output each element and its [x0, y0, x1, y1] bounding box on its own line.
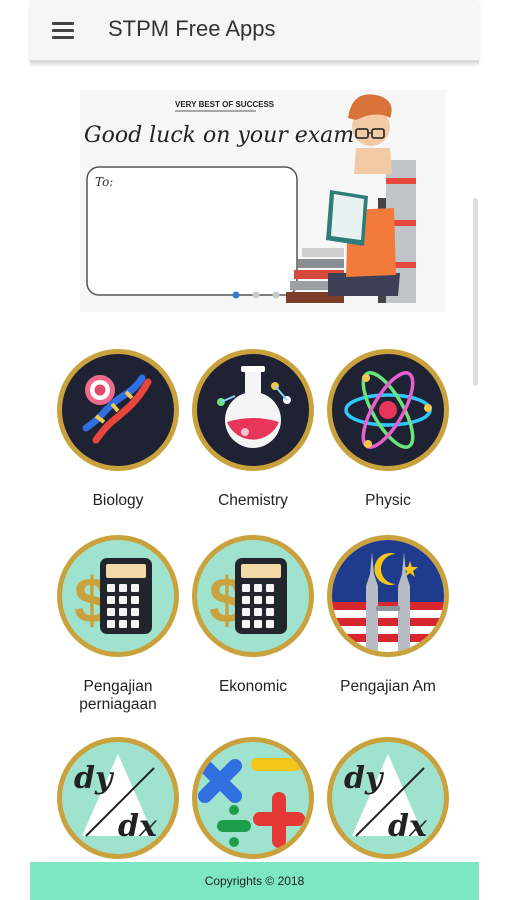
subject-tile-pengajian-am[interactable]: Pengajian Am: [323, 534, 453, 696]
carousel-dot-active: [232, 291, 240, 299]
subject-tile-math-2[interactable]: [188, 736, 318, 860]
subject-label: Pengajian Am: [340, 678, 436, 695]
app-title: STPM Free Apps: [108, 16, 276, 41]
svg-text:dy: dy: [344, 761, 385, 796]
twin-towers-icon[interactable]: [326, 534, 450, 658]
subject-label: Pengajian perniagaan: [79, 678, 157, 713]
subject-tile-physic[interactable]: Physic: [323, 348, 453, 510]
app-screen: STPM Free Apps VERY BEST OF SUCCESS Good…: [30, 0, 479, 900]
carousel-dot: [252, 291, 260, 299]
footer: Copyrights © 2018: [30, 862, 479, 900]
subject-tile-biology[interactable]: Biology: [53, 348, 183, 510]
banner-to-label: To:: [95, 175, 113, 189]
calculator-icon[interactable]: $: [56, 534, 180, 658]
banner-carousel[interactable]: VERY BEST OF SUCCESS Good luck on your e…: [80, 90, 446, 312]
banner-card-box: [86, 166, 298, 296]
subject-tile-ekonomic[interactable]: $ Ekonomic: [188, 534, 318, 696]
subject-label: Biology: [92, 492, 144, 509]
dy-dx-icon[interactable]: dy dx: [326, 736, 450, 860]
carousel-dot: [272, 291, 280, 299]
svg-text:dx: dx: [118, 809, 158, 844]
scroll-indicator[interactable]: [473, 198, 478, 386]
subject-label: Ekonomic: [218, 678, 288, 695]
subject-tile-math-3[interactable]: dy dx: [323, 736, 453, 860]
banner-headline: Good luck on your exam: [84, 123, 354, 148]
hamburger-menu-icon[interactable]: [52, 22, 74, 39]
subject-label: Physic: [365, 492, 411, 509]
flask-icon[interactable]: [191, 348, 315, 472]
dy-dx-icon[interactable]: dy dx: [56, 736, 180, 860]
copyright-text: Copyrights © 2018: [204, 874, 305, 888]
app-bar: STPM Free Apps: [30, 0, 479, 63]
banner-tagline: VERY BEST OF SUCCESS: [175, 100, 275, 109]
subject-tile-math-1[interactable]: dy dx: [53, 736, 183, 860]
svg-text:dy: dy: [74, 761, 115, 796]
atom-icon[interactable]: [326, 348, 450, 472]
math-symbols-icon[interactable]: [191, 736, 315, 860]
subject-label: Chemistry: [218, 492, 288, 509]
subject-tile-chemistry[interactable]: Chemistry: [188, 348, 318, 510]
calculator-icon[interactable]: $: [191, 534, 315, 658]
svg-text:dx: dx: [388, 809, 428, 844]
subject-tile-pengajian-perniagaan[interactable]: $ Pengajian perniagaan: [53, 534, 183, 714]
dna-icon[interactable]: [56, 348, 180, 472]
